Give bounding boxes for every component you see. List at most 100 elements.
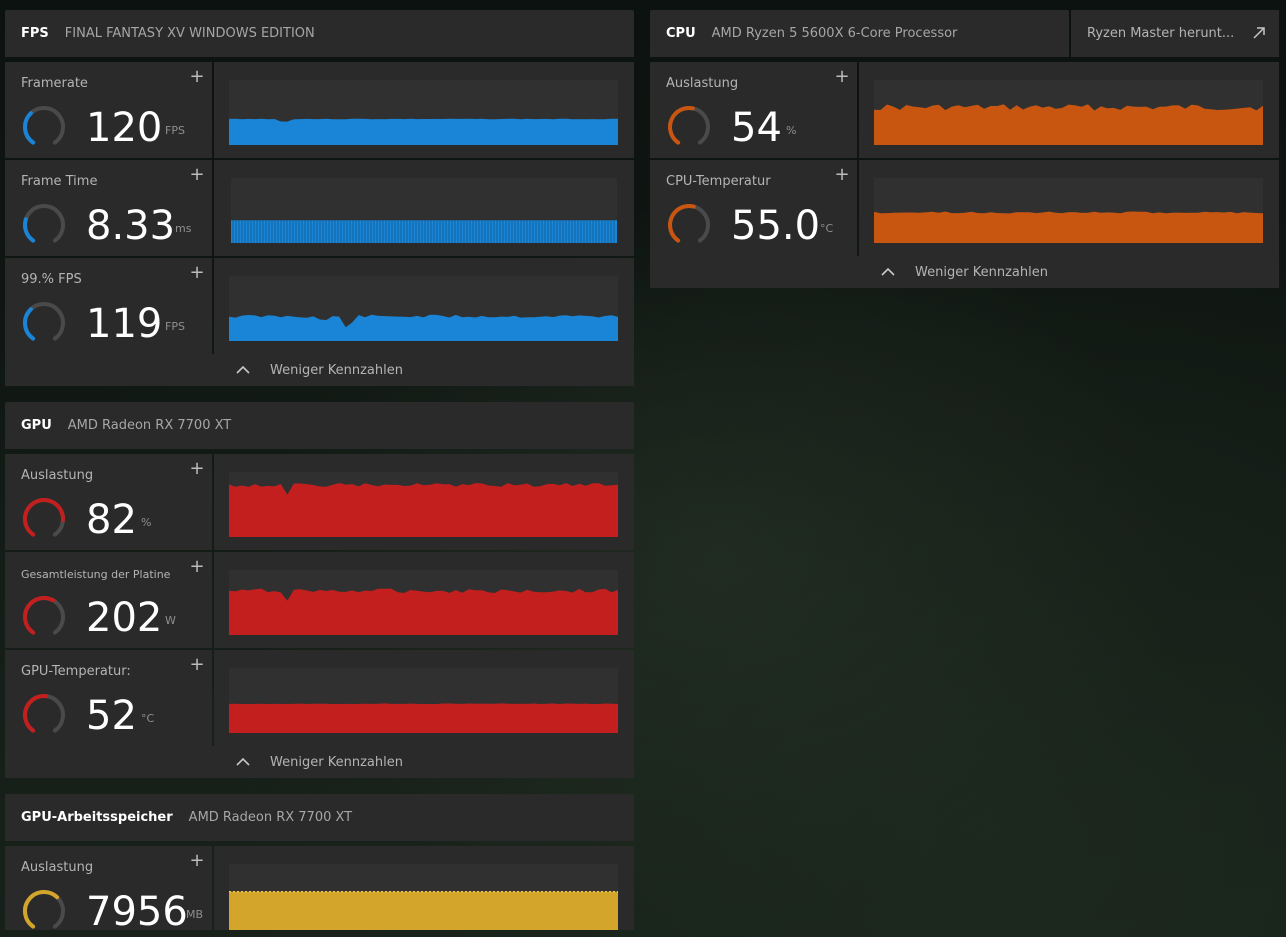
gauge-icon [23,596,65,635]
gauge-fill [23,111,36,145]
panel-subtitle: AMD Radeon RX 7700 XT [67,418,232,433]
ryzen-master-download-button[interactable]: Ryzen Master herunt... [1071,10,1279,57]
metric-unit: % [786,124,797,137]
gauge-fill [23,596,56,635]
sparkline-chart [874,178,1263,243]
gauge-fill [23,217,36,243]
sparkline-chart [229,276,618,341]
gauge-fill [23,889,60,929]
gauge-icon [23,889,65,929]
fewer-metrics-label: Weniger Kennzahlen [270,362,403,378]
sparkline-chart [231,178,617,243]
sparkline-chart [229,472,618,537]
sparkline-chart [229,80,618,145]
plus-icon[interactable]: + [189,558,205,576]
gauge-icon [23,106,65,145]
cpu-panel-header: CPU AMD Ryzen 5 5600X 6-Core Processor [650,10,1069,57]
panel-title: GPU [21,418,52,433]
plus-icon[interactable]: + [189,852,205,870]
plus-icon[interactable]: + [834,68,850,86]
gauge-fill [668,204,696,243]
gauge-fill [23,307,36,341]
sparkline-chart [874,80,1263,145]
gpu-memory-panel-header: GPU-Arbeitsspeicher AMD Radeon RX 7700 X… [5,794,634,841]
plus-icon[interactable]: + [189,68,205,86]
metric-value: 54 [731,105,782,151]
metric-label: Frame Time [21,174,98,189]
sparkline-area [231,220,617,243]
metric-label: Auslastung [21,860,94,875]
panel-subtitle: AMD Radeon RX 7700 XT [188,810,353,825]
plus-icon[interactable]: + [189,460,205,478]
metric-row-frametime: Frame Time + 8.33 ms [5,160,634,256]
metric-value: 202 [86,595,163,641]
plus-icon[interactable]: + [189,166,205,184]
plus-icon[interactable]: + [189,264,205,282]
metric-value: 52 [86,693,137,739]
metric-label: Framerate [21,76,88,91]
plus-icon[interactable]: + [834,166,850,184]
fewer-metrics-label: Weniger Kennzahlen [915,264,1048,280]
metric-value: 82 [86,497,137,543]
sparkline-chart [229,668,618,733]
metric-row-gpu-usage: Auslastung + 82 % [5,454,634,550]
metric-unit: °C [820,222,834,235]
gauge-icon [668,106,710,145]
sparkline-chart [229,570,618,635]
metric-label: Auslastung [666,76,739,91]
sparkline-area [229,703,618,733]
chevron-up-icon [236,365,250,374]
gpu-panel: GPU AMD Radeon RX 7700 XT Auslastung + 8… [5,402,634,778]
sparkline-chart [229,864,618,930]
fewer-metrics-button[interactable]: Weniger Kennzahlen [5,354,634,386]
gauge-fill [668,106,695,145]
panel-title: GPU-Arbeitsspeicher [21,810,173,825]
metric-value: 119 [86,301,163,347]
fewer-metrics-label: Weniger Kennzahlen [270,754,403,770]
metric-label: Gesamtleistung der Platine [21,568,171,581]
gauge-icon [23,302,65,341]
fewer-metrics-button[interactable]: Weniger Kennzahlen [5,746,634,778]
sparkline-area [229,118,618,145]
sparkline-area [874,104,1263,145]
metric-unit: FPS [165,320,185,333]
plus-icon[interactable]: + [189,656,205,674]
sparkline-area [229,314,618,341]
chevron-up-icon [236,757,250,766]
metric-value: 55.0 [731,203,821,249]
metric-value: 7956 [86,889,188,935]
external-link-icon [1253,27,1265,39]
metric-unit: °C [141,712,155,725]
ryzen-master-label: Ryzen Master herunt... [1087,26,1235,41]
gpu-panel-header: GPU AMD Radeon RX 7700 XT [5,402,634,449]
metric-label: 99.% FPS [21,272,82,287]
metric-unit: ms [175,222,192,235]
gauge-fill [23,694,48,733]
metric-row-cpu-temperature: CPU-Temperatur + 55.0 °C [650,160,1279,256]
sparkline-area [229,588,618,635]
metric-label: CPU-Temperatur [666,174,771,189]
metric-unit: W [165,614,176,627]
metric-row-99-fps: 99.% FPS + 119 FPS [5,258,634,354]
cpu-panel: CPU AMD Ryzen 5 5600X 6-Core Processor R… [650,10,1279,288]
panel-subtitle: AMD Ryzen 5 5600X 6-Core Processor [711,26,958,41]
metric-row-vram-usage: Auslastung + 7956 MB [5,846,634,935]
panel-title: CPU [666,26,696,41]
sparkline-area [229,891,618,930]
sparkline-area [229,483,618,537]
metric-row-gpu-temperature: GPU-Temperatur: + 52 °C [5,650,634,746]
sparkline-area [874,211,1263,243]
gauge-icon [23,694,65,733]
metric-label: Auslastung [21,468,94,483]
metric-unit: % [141,516,152,529]
metric-row-cpu-usage: Auslastung + 54 % [650,62,1279,158]
chevron-up-icon [881,267,895,276]
gauge-icon [23,498,65,537]
metric-row-board-power: Gesamtleistung der Platine + 202 W [5,552,634,648]
metric-row-framerate: Framerate + 120 FPS [5,62,634,158]
gauge-icon [668,204,710,243]
gauge-icon [23,204,65,243]
metric-value: 120 [86,105,163,151]
fps-panel-header: FPS FINAL FANTASY XV WINDOWS EDITION [5,10,634,57]
fewer-metrics-button[interactable]: Weniger Kennzahlen [650,256,1279,288]
